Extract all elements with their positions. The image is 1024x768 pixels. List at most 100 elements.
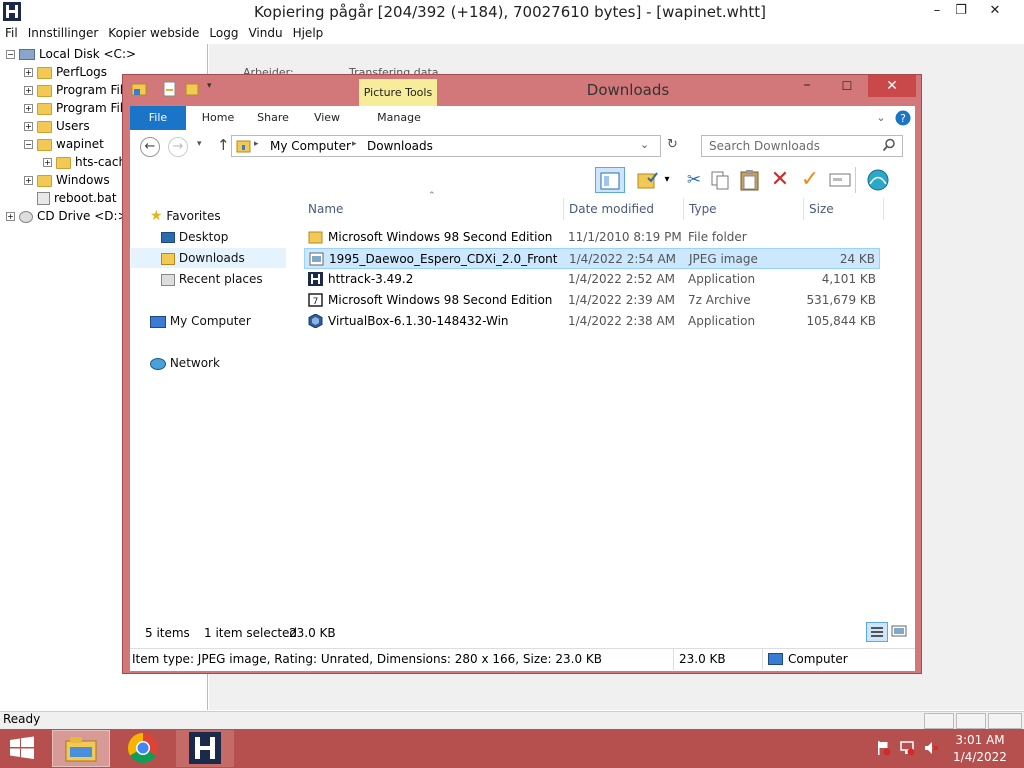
file-row[interactable]: 7 Microsoft Windows 98 Second Edition 1/… [304, 290, 880, 311]
clock-time[interactable]: 3:01 AM [946, 733, 1014, 747]
menu-vindu[interactable]: Vindu [243, 24, 287, 42]
action-center-flag-icon[interactable] [875, 740, 891, 756]
collapse-icon[interactable]: − [6, 50, 15, 59]
large-icons-view-icon[interactable] [890, 623, 910, 641]
file-row-selected[interactable]: 1995_Daewoo_Espero_CDXi_2.0_Front 1/4/20… [304, 248, 880, 269]
new-folder-icon[interactable] [185, 82, 199, 96]
details-bar: Item type: JPEG image, Rating: Unrated, … [130, 648, 915, 670]
folder-options-icon[interactable] [635, 167, 661, 193]
expand-icon[interactable]: + [24, 104, 33, 113]
tree-item-wapinet[interactable]: − wapinet [24, 135, 104, 153]
httrack-logo-icon [3, 2, 21, 21]
address-dropdown-icon[interactable]: ⌄ [640, 138, 649, 151]
quick-access-dropdown-icon[interactable]: ▾ [207, 81, 217, 95]
tab-manage[interactable]: Manage [360, 106, 438, 130]
cut-icon[interactable]: ✂ [681, 167, 707, 193]
breadcrumb-my-computer[interactable]: My Computer [270, 139, 351, 153]
tab-view[interactable]: View [304, 106, 350, 130]
start-button-windows-icon[interactable] [8, 736, 38, 762]
forward-button[interactable]: → [168, 137, 188, 157]
refresh-icon[interactable]: ↻ [667, 137, 678, 152]
expand-icon[interactable]: + [6, 212, 15, 221]
taskbar-httrack[interactable] [176, 730, 234, 767]
recent-locations-dropdown-icon[interactable]: ▾ [197, 139, 202, 149]
taskbar-file-explorer[interactable] [52, 730, 110, 767]
tab-share[interactable]: Share [248, 106, 298, 130]
nav-desktop[interactable]: Desktop [161, 230, 228, 244]
tree-item-local-disk[interactable]: − Local Disk <C:> [6, 45, 136, 63]
maximize-button[interactable]: ❐ [946, 0, 976, 22]
up-button[interactable]: ↑ [217, 136, 230, 154]
tree-item-users[interactable]: + Users [24, 117, 90, 135]
file-row[interactable]: httrack-3.49.2 1/4/2022 2:52 AM Applicat… [304, 269, 880, 290]
expand-icon[interactable]: + [24, 122, 33, 131]
menu-logg[interactable]: Logg [204, 24, 243, 42]
column-date-modified[interactable]: Date modified [569, 202, 654, 216]
expand-icon[interactable]: + [24, 176, 33, 185]
folder-options-dropdown-icon[interactable]: ▾ [661, 167, 673, 193]
search-icon[interactable] [882, 138, 896, 152]
column-type[interactable]: Type [689, 202, 717, 216]
column-name[interactable]: Name [308, 202, 343, 216]
tree-item-program-files[interactable]: + Program Fil [24, 81, 123, 99]
tree-item-reboot-bat[interactable]: reboot.bat [37, 189, 117, 207]
column-size[interactable]: Size [809, 202, 834, 216]
copy-icon[interactable] [707, 167, 733, 193]
file-size: 531,679 KB [806, 293, 876, 307]
tab-file[interactable]: File [130, 106, 186, 130]
explorer-folder-icon[interactable] [131, 81, 147, 97]
tree-item-perflogs[interactable]: + PerfLogs [24, 63, 107, 81]
ribbon-expand-icon[interactable]: ⌄ [872, 106, 890, 130]
selection-size: 23.0 KB [289, 626, 336, 640]
folder-icon [56, 156, 71, 169]
close-button[interactable]: ✕ [980, 0, 1010, 22]
nav-favorites[interactable]: ★ Favorites [150, 208, 221, 224]
properties-icon[interactable] [163, 81, 177, 97]
drive-icon [19, 49, 35, 60]
nav-network[interactable]: Network [150, 356, 220, 370]
explorer-close-button[interactable]: ✕ [868, 75, 916, 97]
paste-icon[interactable] [737, 167, 763, 193]
tree-item-windows[interactable]: + Windows [24, 171, 110, 189]
tree-item-hts-cache[interactable]: + hts-cach [43, 153, 126, 171]
tab-home[interactable]: Home [192, 106, 244, 130]
collapse-icon[interactable]: − [24, 140, 33, 149]
nav-downloads[interactable]: Downloads [131, 248, 286, 268]
nav-label: Recent places [178, 272, 263, 286]
delete-icon[interactable]: ✕ [767, 167, 793, 193]
search-input[interactable]: Search Downloads [701, 135, 903, 157]
back-button[interactable]: ← [140, 137, 160, 157]
nav-my-computer[interactable]: My Computer [150, 314, 251, 328]
downloads-folder-icon [236, 139, 251, 153]
file-row[interactable]: Microsoft Windows 98 Second Edition 11/1… [304, 227, 880, 248]
column-separator [683, 198, 684, 220]
menu-hjelp[interactable]: Hjelp [288, 24, 329, 42]
breadcrumb-downloads[interactable]: Downloads [367, 139, 433, 153]
rename-icon[interactable] [827, 167, 853, 193]
check-icon[interactable]: ✓ [797, 167, 823, 193]
tree-item-program-files-x86[interactable]: + Program Fil [24, 99, 123, 117]
explorer-maximize-button[interactable]: ☐ [827, 75, 867, 97]
expand-icon[interactable]: + [43, 158, 52, 167]
nav-recent-places[interactable]: Recent places [161, 272, 263, 286]
file-row[interactable]: VirtualBox-6.1.30-148432-Win 1/4/2022 2:… [304, 311, 880, 332]
selection-count: 1 item selected [204, 626, 298, 640]
taskbar-chrome[interactable] [114, 730, 172, 767]
menu-fil[interactable]: Fil [0, 24, 23, 42]
shell-icon[interactable] [865, 167, 891, 193]
explorer-minimize-button[interactable]: – [787, 75, 827, 97]
tree-item-cd-drive[interactable]: + CD Drive <D:> [6, 207, 128, 225]
volume-muted-icon[interactable] [923, 740, 939, 756]
help-icon[interactable]: ? [894, 106, 912, 130]
toolbar-separator [855, 167, 859, 193]
preview-pane-icon[interactable] [595, 167, 625, 193]
expand-icon[interactable]: + [24, 68, 33, 77]
expand-icon[interactable]: + [24, 86, 33, 95]
tree-label: PerfLogs [56, 65, 108, 79]
details-view-icon[interactable] [866, 622, 888, 642]
address-bar[interactable]: ▸ My Computer ▸ Downloads ⌄ [231, 135, 661, 157]
menu-kopier-webside[interactable]: Kopier webside [103, 24, 204, 42]
clock-date[interactable]: 1/4/2022 [946, 750, 1014, 764]
network-status-icon[interactable] [899, 740, 915, 756]
menu-innstillinger[interactable]: Innstillinger [23, 24, 104, 42]
